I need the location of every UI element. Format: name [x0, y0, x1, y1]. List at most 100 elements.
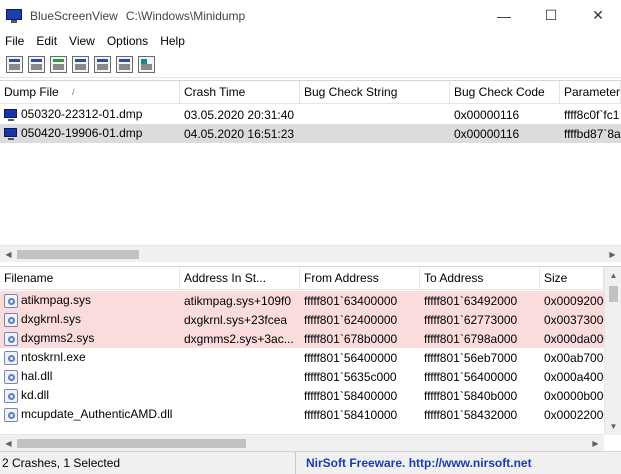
driver-filename: ntoskrnl.exe — [21, 350, 86, 365]
find-icon[interactable] — [116, 56, 133, 73]
driver-file-icon — [4, 407, 18, 422]
driver-filename: dxgmms2.sys — [21, 331, 95, 346]
column-from-address[interactable]: From Address — [300, 267, 420, 290]
column-crash-time[interactable]: Crash Time — [180, 81, 300, 104]
maximize-button[interactable]: ☐ — [528, 0, 574, 31]
menu-help[interactable]: Help — [155, 34, 192, 48]
driver-rows: atikmpag.sys atikmpag.sys+109f0 fffff801… — [0, 291, 621, 424]
driver-file-icon — [4, 312, 18, 327]
cell-parameter: ffff8c0f`fc1 — [564, 107, 620, 122]
cell-filename: hal.dll — [0, 369, 180, 384]
column-address-in-stack[interactable]: Address In St... — [180, 267, 300, 290]
menu-file[interactable]: File — [0, 34, 31, 48]
cell-to-address: fffff801`5840b000 — [424, 388, 518, 403]
driver-list-vertical-scrollbar[interactable]: ▲ ▼ — [604, 267, 621, 435]
driver-filename: kd.dll — [21, 388, 50, 403]
toolbar — [0, 52, 621, 78]
cell-from-address: fffff801`63400000 — [304, 293, 398, 308]
properties-icon[interactable] — [6, 56, 23, 73]
cell-to-address: fffff801`6798a000 — [424, 331, 518, 346]
cell-filename: dxgkrnl.sys — [0, 312, 180, 327]
scroll-right-arrow-icon[interactable]: ▶ — [604, 246, 621, 263]
nirsoft-link[interactable]: NirSoft Freeware. http://www.nirsoft.net — [296, 456, 532, 470]
cell-from-address: fffff801`58410000 — [304, 407, 398, 422]
window-title: BlueScreenView C:\Windows\Minidump — [30, 9, 245, 23]
cell-size: 0x00022000 — [544, 407, 604, 422]
dump-file-name: 050320-22312-01.dmp — [21, 107, 143, 122]
refresh-icon[interactable] — [50, 56, 67, 73]
driver-list-header: Filename Address In St... From Address T… — [0, 267, 621, 290]
scroll-up-arrow-icon[interactable]: ▲ — [605, 267, 621, 284]
column-size[interactable]: Size — [540, 267, 604, 290]
cell-from-address: fffff801`58400000 — [304, 388, 398, 403]
crash-row-selected[interactable]: 050420-19906-01.dmp 04.05.2020 16:51:23 … — [0, 124, 621, 143]
driver-list[interactable]: Filename Address In St... From Address T… — [0, 266, 621, 451]
column-bug-check-string[interactable]: Bug Check String — [300, 81, 450, 104]
driver-filename: hal.dll — [21, 369, 53, 384]
crash-row[interactable]: 050320-22312-01.dmp 03.05.2020 20:31:40 … — [0, 105, 621, 124]
driver-list-horizontal-scrollbar[interactable]: ◀ ▶ — [0, 434, 604, 451]
dump-file-icon — [4, 127, 18, 141]
scroll-thumb[interactable] — [17, 439, 246, 448]
save-icon[interactable] — [28, 56, 45, 73]
bluescreen-app-icon — [6, 8, 22, 24]
column-bug-check-code[interactable]: Bug Check Code — [450, 81, 560, 104]
app-name: BlueScreenView — [30, 8, 118, 23]
cell-size: 0x00092000 — [544, 293, 604, 308]
dump-file-name: 050420-19906-01.dmp — [21, 126, 143, 141]
cell-bug-check-code: 0x00000116 — [454, 126, 520, 141]
cell-size: 0x00373000 — [544, 312, 604, 327]
cell-to-address: fffff801`56eb7000 — [424, 350, 518, 365]
driver-row[interactable]: mcupdate_AuthenticAMD.dll fffff801`58410… — [0, 405, 621, 424]
cell-crash-time: 04.05.2020 16:51:23 — [184, 126, 295, 141]
title-bar[interactable]: BlueScreenView C:\Windows\Minidump — ☐ ✕ — [0, 0, 621, 31]
scroll-left-arrow-icon[interactable]: ◀ — [0, 435, 17, 452]
driver-filename: mcupdate_AuthenticAMD.dll — [21, 407, 173, 422]
driver-filename: atikmpag.sys — [21, 293, 92, 308]
driver-row[interactable]: hal.dll fffff801`5635c000 fffff801`56400… — [0, 367, 621, 386]
crash-list[interactable]: Dump File / Crash Time Bug Check String … — [0, 80, 621, 262]
crash-list-horizontal-scrollbar[interactable]: ◀ ▶ — [0, 245, 621, 262]
driver-file-icon — [4, 369, 18, 384]
cell-dump-file: 050420-19906-01.dmp — [0, 126, 180, 141]
cell-bug-check-code: 0x00000116 — [454, 107, 520, 122]
cell-address-in-stack: dxgmms2.sys+3ac... — [184, 331, 294, 346]
menu-view[interactable]: View — [64, 34, 102, 48]
scroll-thumb[interactable] — [17, 250, 139, 259]
cell-filename: kd.dll — [0, 388, 180, 403]
cell-filename: atikmpag.sys — [0, 293, 180, 308]
menu-edit[interactable]: Edit — [31, 34, 64, 48]
column-to-address[interactable]: To Address — [420, 267, 540, 290]
column-dump-file[interactable]: Dump File / — [0, 81, 180, 104]
crash-list-header: Dump File / Crash Time Bug Check String … — [0, 81, 621, 104]
scroll-thumb[interactable] — [609, 286, 618, 302]
driver-file-icon — [4, 331, 18, 346]
scroll-down-arrow-icon[interactable]: ▼ — [605, 418, 621, 435]
html-report-icon[interactable] — [94, 56, 111, 73]
column-parameter[interactable]: Parameter — [560, 81, 621, 104]
cell-from-address: fffff801`678b0000 — [304, 331, 398, 346]
driver-file-icon — [4, 350, 18, 365]
cell-dump-file: 050320-22312-01.dmp — [0, 107, 180, 122]
exit-icon[interactable] — [138, 56, 155, 73]
driver-row[interactable]: atikmpag.sys atikmpag.sys+109f0 fffff801… — [0, 291, 621, 310]
cell-to-address: fffff801`62773000 — [424, 312, 518, 327]
driver-row[interactable]: kd.dll fffff801`58400000 fffff801`5840b0… — [0, 386, 621, 405]
scroll-left-arrow-icon[interactable]: ◀ — [0, 246, 17, 263]
driver-row[interactable]: ntoskrnl.exe fffff801`56400000 fffff801`… — [0, 348, 621, 367]
menu-options[interactable]: Options — [102, 34, 155, 48]
driver-row[interactable]: dxgmms2.sys dxgmms2.sys+3ac... fffff801`… — [0, 329, 621, 348]
scroll-right-arrow-icon[interactable]: ▶ — [587, 435, 604, 452]
driver-filename: dxgkrnl.sys — [21, 312, 82, 327]
driver-row[interactable]: dxgkrnl.sys dxgkrnl.sys+23fcea fffff801`… — [0, 310, 621, 329]
cell-filename: dxgmms2.sys — [0, 331, 180, 346]
cell-from-address: fffff801`62400000 — [304, 312, 398, 327]
crash-rows: 050320-22312-01.dmp 03.05.2020 20:31:40 … — [0, 105, 621, 143]
column-filename[interactable]: Filename — [0, 267, 180, 290]
copy-icon[interactable] — [72, 56, 89, 73]
cell-filename: mcupdate_AuthenticAMD.dll — [0, 407, 180, 422]
minimize-button[interactable]: — — [481, 0, 527, 31]
close-button[interactable]: ✕ — [575, 0, 621, 31]
cell-size: 0x000da000 — [544, 331, 604, 346]
cell-to-address: fffff801`63492000 — [424, 293, 518, 308]
